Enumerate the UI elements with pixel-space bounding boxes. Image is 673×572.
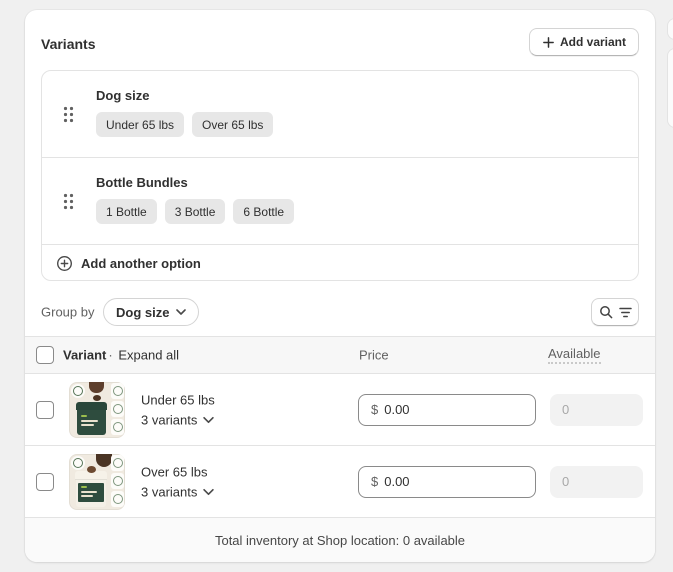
chevron-down-icon xyxy=(176,309,186,315)
option-name: Bottle Bundles xyxy=(96,175,188,190)
add-variant-button[interactable]: Add variant xyxy=(529,28,639,56)
card-header: Variants Add variant xyxy=(25,10,655,68)
groupby-select[interactable]: Dog size xyxy=(103,298,199,326)
variant-name: Over 65 lbs xyxy=(141,464,214,479)
drag-handle-icon[interactable] xyxy=(62,192,74,210)
circle-plus-icon xyxy=(56,255,73,272)
adjacent-card-edge xyxy=(667,48,673,128)
groupby-toolbar: Group by Dog size xyxy=(41,298,639,326)
option-row-bottle-bundles[interactable]: Bottle Bundles 1 Bottle 3 Bottle 6 Bottl… xyxy=(42,157,638,244)
option-row-dog-size[interactable]: Dog size Under 65 lbs Over 65 lbs xyxy=(42,71,638,157)
variant-name: Under 65 lbs xyxy=(141,392,215,407)
jar-image xyxy=(77,402,106,435)
treat-image xyxy=(93,395,101,401)
groupby-selected-value: Dog size xyxy=(116,305,169,320)
search-filter-button[interactable] xyxy=(591,298,639,326)
variants-count: 3 variants xyxy=(141,412,197,427)
chevron-down-icon xyxy=(203,416,214,423)
product-thumbnail xyxy=(69,382,125,438)
select-all-checkbox[interactable] xyxy=(36,346,54,364)
total-inventory-text: Total inventory at Shop location: 0 avai… xyxy=(215,533,465,548)
adjacent-card-edge xyxy=(667,18,673,40)
variants-card: Variants Add variant Dog size U xyxy=(25,10,655,562)
price-column-header: Price xyxy=(359,348,389,363)
row-checkbox[interactable] xyxy=(36,473,54,491)
variant-row: Under 65 lbs 3 variants $ xyxy=(25,374,655,446)
product-thumbnail xyxy=(69,454,125,510)
variants-disclosure[interactable]: 3 variants xyxy=(141,484,214,499)
add-another-option-button[interactable]: Add another option xyxy=(42,244,638,281)
dog-snout-image xyxy=(89,382,104,393)
chevron-down-icon xyxy=(203,488,214,495)
variants-disclosure[interactable]: 3 variants xyxy=(141,412,214,427)
badge-stamp xyxy=(71,456,85,470)
add-variant-label: Add variant xyxy=(560,35,626,49)
variant-row-text: Over 65 lbs 3 variants xyxy=(141,464,214,499)
price-input[interactable] xyxy=(384,402,523,417)
search-icon xyxy=(599,305,613,319)
table-header-row: Variant· Expand all Price Available xyxy=(25,336,655,374)
option-name: Dog size xyxy=(96,88,149,103)
option-value-chip: Under 65 lbs xyxy=(96,112,184,137)
option-value-chip: Over 65 lbs xyxy=(192,112,273,137)
inventory-footer: Total inventory at Shop location: 0 avai… xyxy=(25,518,655,562)
available-column-header[interactable]: Available xyxy=(548,346,601,364)
price-field: $ xyxy=(358,466,536,498)
variant-row: Over 65 lbs 3 variants $ xyxy=(25,446,655,518)
option-values: 1 Bottle 3 Bottle 6 Bottle xyxy=(96,199,294,224)
option-values: Under 65 lbs Over 65 lbs xyxy=(96,112,273,137)
plus-icon xyxy=(542,36,555,49)
jar-image xyxy=(76,471,106,507)
available-input xyxy=(550,394,643,426)
dog-snout-image xyxy=(96,454,112,467)
option-value-chip: 6 Bottle xyxy=(233,199,294,224)
currency-prefix: $ xyxy=(371,402,378,417)
variant-column-header: Variant· Expand all xyxy=(63,348,179,363)
expand-all-button[interactable]: Expand all xyxy=(118,348,179,363)
row-checkbox[interactable] xyxy=(36,401,54,419)
groupby-label: Group by xyxy=(41,305,94,320)
badge-strip xyxy=(111,383,124,435)
treat-image xyxy=(87,466,96,473)
price-input[interactable] xyxy=(384,474,523,489)
option-value-chip: 3 Bottle xyxy=(165,199,226,224)
price-field: $ xyxy=(358,394,536,426)
available-input xyxy=(550,466,643,498)
card-title: Variants xyxy=(41,36,95,52)
add-another-option-label: Add another option xyxy=(81,256,201,271)
variants-count: 3 variants xyxy=(141,484,197,499)
filter-icon xyxy=(619,307,632,318)
option-value-chip: 1 Bottle xyxy=(96,199,157,224)
currency-prefix: $ xyxy=(371,474,378,489)
variants-table: Variant· Expand all Price Available Unde… xyxy=(25,336,655,562)
drag-handle-icon[interactable] xyxy=(62,105,74,123)
badge-stamp xyxy=(71,384,85,398)
options-box: Dog size Under 65 lbs Over 65 lbs Bottle… xyxy=(41,70,639,281)
variant-row-text: Under 65 lbs 3 variants xyxy=(141,392,215,427)
badge-strip xyxy=(111,455,124,507)
